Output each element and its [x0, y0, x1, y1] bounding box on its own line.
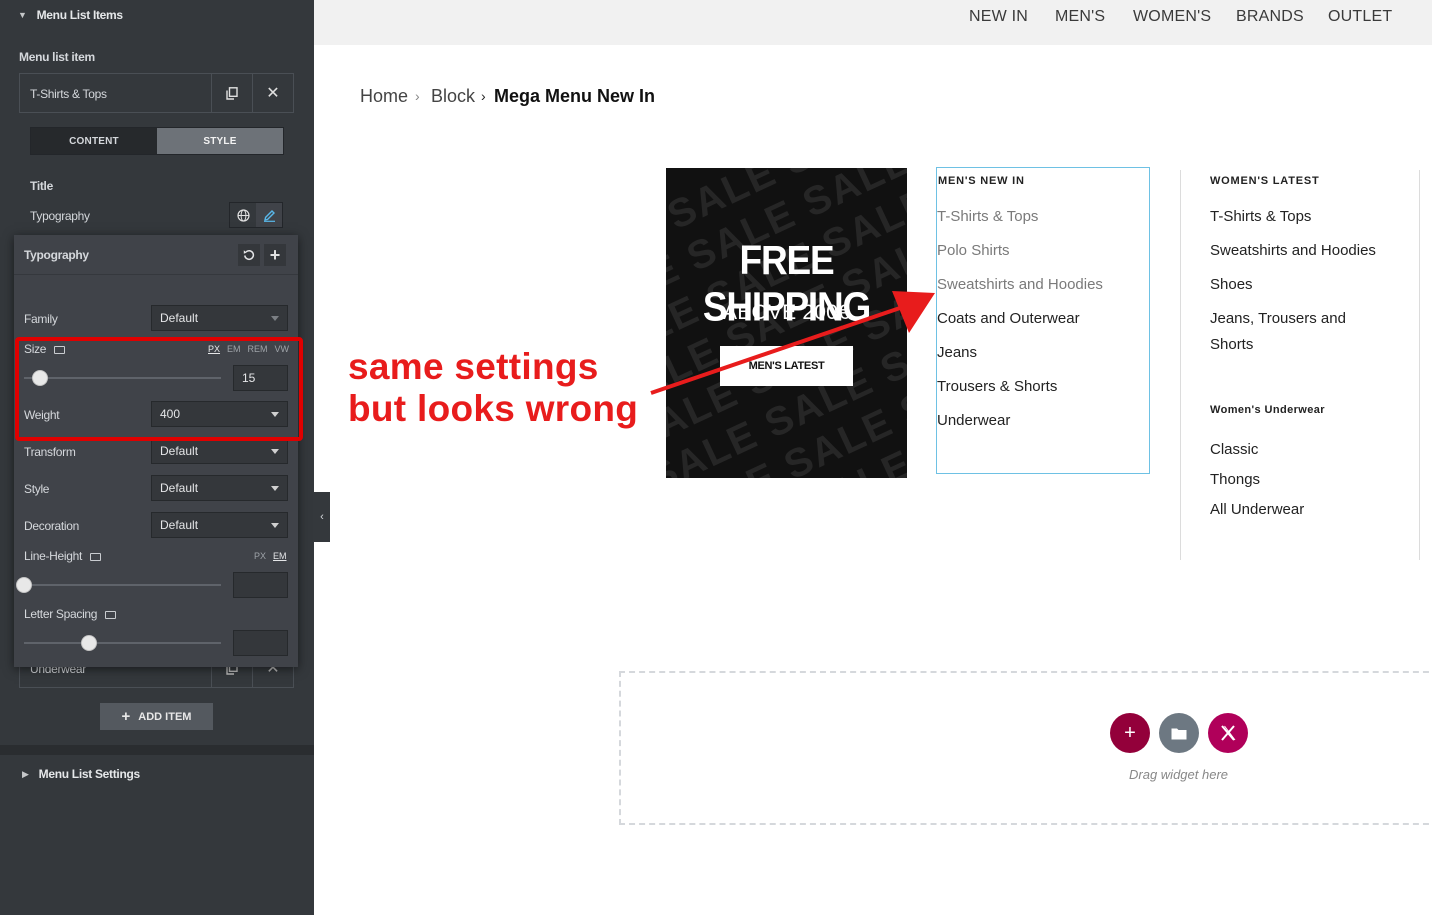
widget-drop-zone[interactable] — [619, 671, 1432, 825]
drag-widget-text: Drag widget here — [1129, 767, 1228, 782]
x-logo-icon[interactable] — [1208, 713, 1248, 753]
template-folder-icon[interactable] — [1159, 713, 1199, 753]
add-section-plus-icon[interactable]: + — [1110, 713, 1150, 753]
